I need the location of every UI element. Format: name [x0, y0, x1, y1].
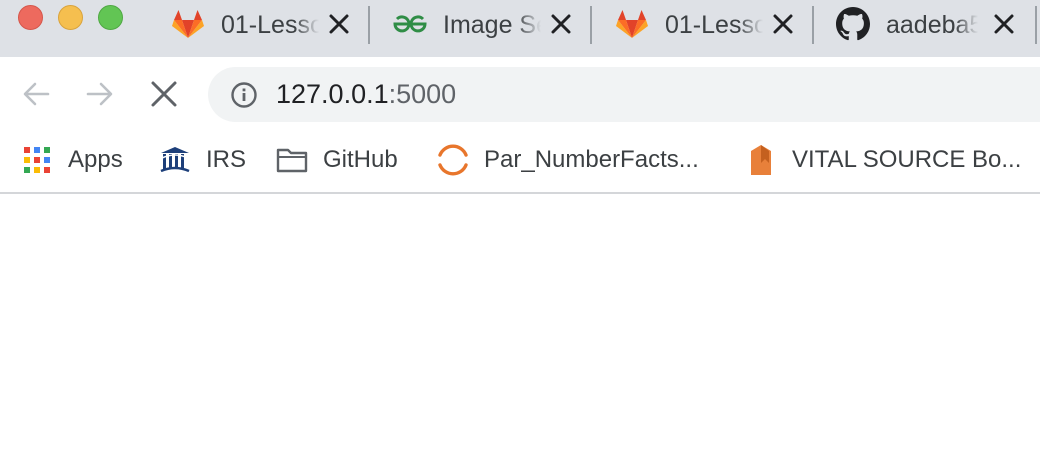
bookmark-apps[interactable]: Apps [20, 143, 123, 177]
stop-button[interactable] [147, 77, 181, 111]
window-close-button[interactable] [18, 5, 43, 30]
bookmarks-bar: Apps IRS GitHub Par_NumberFacts... VITAL… [0, 131, 1040, 194]
bookmark-label: IRS [206, 146, 247, 173]
address-bar[interactable]: 127.0.0.1:5000 [208, 67, 1040, 122]
folder-icon [275, 143, 309, 177]
tab-title: Image Search [443, 11, 541, 39]
parcc-logo-icon [436, 143, 470, 177]
vitalsource-icon [744, 143, 778, 177]
bookmark-par-numberfacts[interactable]: Par_NumberFacts... [436, 143, 699, 177]
bookmark-github-folder[interactable]: GitHub [275, 143, 398, 177]
bookmark-label: Apps [68, 146, 123, 173]
gitlab-icon [171, 7, 205, 41]
gitlab-icon [615, 7, 649, 41]
github-icon [836, 7, 870, 41]
tab-strip: 01-Lessons Image Search [0, 0, 1040, 57]
forward-button[interactable] [83, 77, 117, 111]
tab-close-icon[interactable] [549, 12, 573, 36]
irs-logo-icon [158, 143, 192, 177]
tab-title: 01-Lessons [221, 11, 319, 39]
tab-2[interactable]: Image Search [393, 0, 615, 48]
tab-close-icon[interactable] [771, 12, 795, 36]
tab-close-icon[interactable] [327, 12, 351, 36]
url-host: 127.0.0.1 [276, 79, 389, 109]
site-info-icon[interactable] [230, 81, 258, 109]
bookmark-vital-source[interactable]: VITAL SOURCE Bo... [744, 143, 1021, 177]
tab-1[interactable]: 01-Lessons [171, 0, 393, 48]
bookmark-label: VITAL SOURCE Bo... [792, 146, 1022, 173]
apps-grid-icon [20, 143, 54, 177]
page-content [0, 196, 1040, 458]
tab-separator [1035, 6, 1037, 44]
back-button[interactable] [19, 77, 53, 111]
tab-title: 01-Lessons [665, 11, 763, 39]
forward-arrow-icon [86, 82, 113, 106]
back-arrow-icon [23, 82, 50, 106]
tab-4[interactable]: aadeba5 [836, 0, 1040, 48]
tab-3[interactable]: 01-Lessons [615, 0, 837, 48]
window-minimize-button[interactable] [58, 5, 83, 30]
tab-separator [368, 6, 370, 44]
tab-separator [590, 6, 592, 44]
tab-separator [812, 6, 814, 44]
browser-toolbar: 127.0.0.1:5000 [0, 57, 1040, 131]
stop-loading-icon [151, 81, 177, 107]
bookmark-irs[interactable]: IRS [158, 143, 246, 177]
geeksforgeeks-icon [393, 7, 427, 41]
bookmark-label: Par_NumberFacts... [484, 146, 699, 173]
tab-close-icon[interactable] [992, 12, 1016, 36]
url-port: :5000 [388, 79, 457, 109]
tab-title: aadeba5 [886, 11, 978, 39]
url-text: 127.0.0.1:5000 [276, 67, 456, 122]
window-zoom-button[interactable] [98, 5, 123, 30]
bookmark-label: GitHub [323, 146, 398, 173]
